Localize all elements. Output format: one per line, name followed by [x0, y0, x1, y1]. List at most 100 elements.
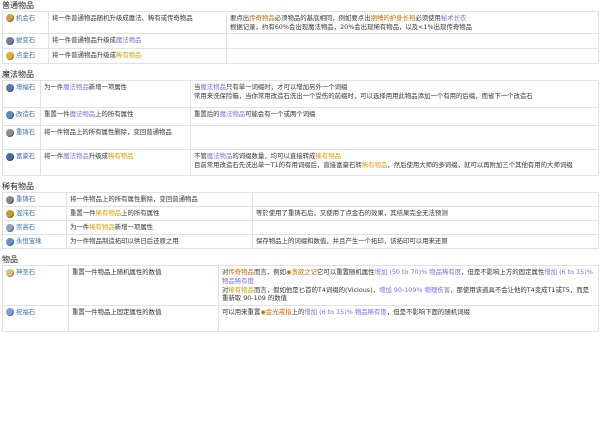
item-name-cell: 增幅石: [2, 80, 41, 109]
section-title: 普通物品: [2, 1, 34, 10]
effect-segment: 将一件物品上的所有属性删除，变回普通物品: [70, 195, 198, 204]
note-segment[interactable]: 捆缚的护身长袍: [371, 14, 416, 22]
note-segment[interactable]: 增加 90-109% 物理伤害: [379, 286, 450, 294]
note-cell: 保存物品上的词缀和数值，并且产生一个拓印，该拓印可以用来还原: [252, 234, 599, 250]
effect-segment: 为一件: [44, 83, 64, 92]
note-segment: 只有单一词缀时，才可以增加另外一个词缀: [225, 83, 348, 92]
item-name-link[interactable]: 机会石: [16, 14, 35, 22]
item-name-link[interactable]: 重铸石: [16, 195, 35, 203]
table-row: 崇高石 为一件稀有物品新增一项属性: [2, 220, 599, 236]
table-row: 重铸石 将一件物品上的所有属性删除，变回普通物品: [2, 192, 599, 208]
note-cell: 对传奇物品而言，例如◉贪欲之记它可以重置随机属性增加 (50 to 70)% 物…: [218, 265, 599, 306]
effect-cell: 重置一件物品上随机属性的数值: [68, 265, 219, 306]
note-segment[interactable]: 魔法物品: [200, 83, 226, 91]
effect-cell: 重置一件魔法物品上的所有属性: [40, 107, 191, 127]
note-segment[interactable]: 增加 (6 to 15)% 物品稀有度: [304, 308, 387, 316]
item-name-link[interactable]: 点金石: [16, 51, 35, 59]
effect-cell: 重置一件物品上固定属性的数值: [68, 304, 219, 332]
table-row: 富豪石 将一件魔法物品升级成稀有物品 不管魔法物品的词缀数量，均可以直接转成稀有物品…: [2, 149, 599, 177]
note-segment[interactable]: 魔法物品: [220, 110, 246, 118]
note-segment: 目前常用改造石先洗出单一T1的有用词缀后，直接富豪石转: [194, 160, 362, 169]
effect-segment[interactable]: 稀有物品: [96, 209, 122, 217]
note-segment[interactable]: 增加 (50 to 70)% 物品稀有度: [375, 268, 462, 276]
item-name-cell: 混沌石: [2, 206, 67, 222]
table-row: 蜕变石 将一件普通物品升级成魔法物品: [2, 33, 599, 50]
note-cell: 可以用来重置◉金光戒指上的增加 (6 to 15)% 物品稀有度，但是不影响下面…: [218, 304, 599, 332]
note-segment[interactable]: 稀有物品: [228, 286, 254, 294]
note-segment: 重置后的: [194, 110, 220, 119]
effect-segment[interactable]: 稀有物品: [108, 152, 134, 160]
item-name-link[interactable]: 富豪石: [16, 152, 35, 160]
note-segment[interactable]: 传奇物品: [249, 14, 275, 22]
note-cell: 当魔法物品只有单一词缀时，才可以增加另外一个词缀 常用来洗保险箱，当你常用改造石洗…: [190, 80, 599, 109]
item-name-cell: 崇高石: [2, 220, 67, 236]
effect-segment: 重置一件: [44, 110, 70, 119]
effect-cell: 将一件物品上的所有属性删除，变回普通物品: [66, 192, 253, 208]
note-segment[interactable]: 魔法物品: [207, 152, 233, 160]
note-segment: 保存物品上的词缀和数值，并且产生一个拓印，该拓印可以用来还原: [256, 237, 448, 246]
item-name-link[interactable]: 祝福石: [16, 308, 35, 316]
table-row: 重铸石 将一件物品上的所有属性删除，变回普通物品: [2, 125, 599, 151]
note-cell: [226, 33, 599, 50]
effect-segment[interactable]: 魔法物品: [63, 152, 89, 160]
item-name-link[interactable]: 增幅石: [16, 83, 35, 91]
item-name-link[interactable]: 蜕变石: [16, 36, 35, 44]
note-segment: 可能会有一个或两个词缀: [245, 110, 316, 119]
effect-cell: 将一件普通物品升级成魔法物品: [48, 33, 227, 50]
currency-guide: 普通物品机会石 将一件普通物品随机升级成魔法、稀有或传奇物品 要点出传奇物品必须物品…: [0, 0, 600, 332]
currency-table: 重铸石 将一件物品上的所有属性删除，变回普通物品 混沌石 重置一件稀有物品上的所有属性…: [2, 192, 599, 250]
item-name-link[interactable]: 重铸石: [16, 128, 35, 136]
note-segment: 而言，例如: [253, 268, 286, 277]
currency-table: 增幅石 为一件魔法物品新增一项属性 当魔法物品只有单一词缀时，才可以增加另外一个词缀…: [2, 80, 599, 177]
item-name-cell: 重铸石: [2, 125, 41, 151]
chance-orb-icon: [6, 14, 14, 23]
effect-cell: 为一件魔法物品新增一项属性: [40, 80, 191, 109]
effect-segment: 新增一项属性: [88, 83, 128, 92]
effect-segment: 上的所有属性: [121, 209, 160, 218]
note-segment: ，但是不影响下面的随机词缀: [386, 307, 470, 316]
note-segment[interactable]: 稀有物品: [362, 161, 388, 169]
effect-segment[interactable]: 魔法物品: [63, 83, 89, 91]
effect-segment[interactable]: 魔法物品: [70, 110, 96, 118]
note-segment: 必须物品的基底相同，例如要点出: [274, 14, 371, 22]
item-name-link[interactable]: 崇高石: [16, 223, 35, 231]
note-segment[interactable]: 秘术长衣: [441, 14, 467, 22]
note-cell: 不管魔法物品的词缀数量，均可以直接转成稀有物品 目前常用改造石先洗出单一T1的有用…: [190, 149, 599, 177]
note-cell: 要点出传奇物品必须物品的基底相同，例如要点出捆缚的护身长袍必须使用秘术长衣 根据记…: [226, 10, 599, 35]
note-segment[interactable]: 稀有物品: [315, 152, 341, 160]
effect-segment[interactable]: 稀有物品: [116, 51, 142, 59]
section-title: 魔法物品: [2, 70, 34, 80]
chaos-orb-icon: [6, 209, 14, 218]
note-cell: [252, 192, 599, 208]
item-name-cell: 重铸石: [2, 192, 67, 208]
note-cell: [226, 48, 599, 65]
item-name-link[interactable]: 混沌石: [16, 209, 35, 217]
effect-segment[interactable]: 稀有物品: [89, 223, 115, 231]
currency-table: 机会石 将一件普通物品随机升级成魔法、稀有或传奇物品 要点出传奇物品必须物品的基底相…: [2, 10, 599, 65]
item-name-link[interactable]: 改造石: [16, 110, 35, 118]
item-name-link[interactable]: 神圣石: [16, 268, 35, 276]
note-segment[interactable]: 传奇物品: [228, 268, 254, 276]
effect-cell: 将一件普通物品升级成稀有物品: [48, 48, 227, 65]
table-row: 机会石 将一件普通物品随机升级成魔法、稀有或传奇物品 要点出传奇物品必须物品的基底相…: [2, 10, 599, 35]
note-segment[interactable]: ◉金光戒指: [260, 308, 291, 316]
item-name-cell: 机会石: [2, 10, 49, 35]
alchemy-orb-icon: [6, 51, 14, 60]
note-segment: 它可以重置随机属性: [317, 268, 375, 277]
effect-segment: 将一件普通物品升级成: [52, 51, 116, 60]
note-segment: 根据记录，约有60%会出现魔法物品，20%会出现稀有物品，以及<1%出现传奇物品: [230, 22, 473, 31]
note-segment: ，但是不影响上方的固定属性: [461, 268, 545, 277]
note-cell: 等於使用了重铸石后，又使用了点金石的效果，其结果完全无法预测: [252, 206, 599, 222]
effect-segment[interactable]: 魔法物品: [116, 36, 142, 44]
note-segment: ，然后使用大师的多词缀，就可以再附加三个其他有用的大师词缀: [387, 160, 573, 169]
note-segment: 常用来洗保险箱，当你常用改造石洗出一个受伤的前缀时，可以选择用用此物品添加一个有…: [194, 91, 533, 100]
note-segment[interactable]: ◉贪欲之记: [286, 268, 317, 276]
effect-segment: 上的所有属性: [95, 110, 134, 119]
item-name-link[interactable]: 永恒宝珠: [16, 237, 42, 245]
exalted-orb-icon: [6, 223, 14, 232]
effect-segment: 重置一件物品上随机属性的数值: [72, 268, 162, 277]
effect-cell: 为一件稀有物品新增一项属性: [66, 220, 253, 236]
effect-cell: 将一件普通物品随机升级成魔法、稀有或传奇物品: [48, 10, 227, 35]
note-cell: 重置后的魔法物品可能会有一个或两个词缀: [190, 107, 599, 127]
augmentation-orb-icon: [6, 83, 14, 92]
